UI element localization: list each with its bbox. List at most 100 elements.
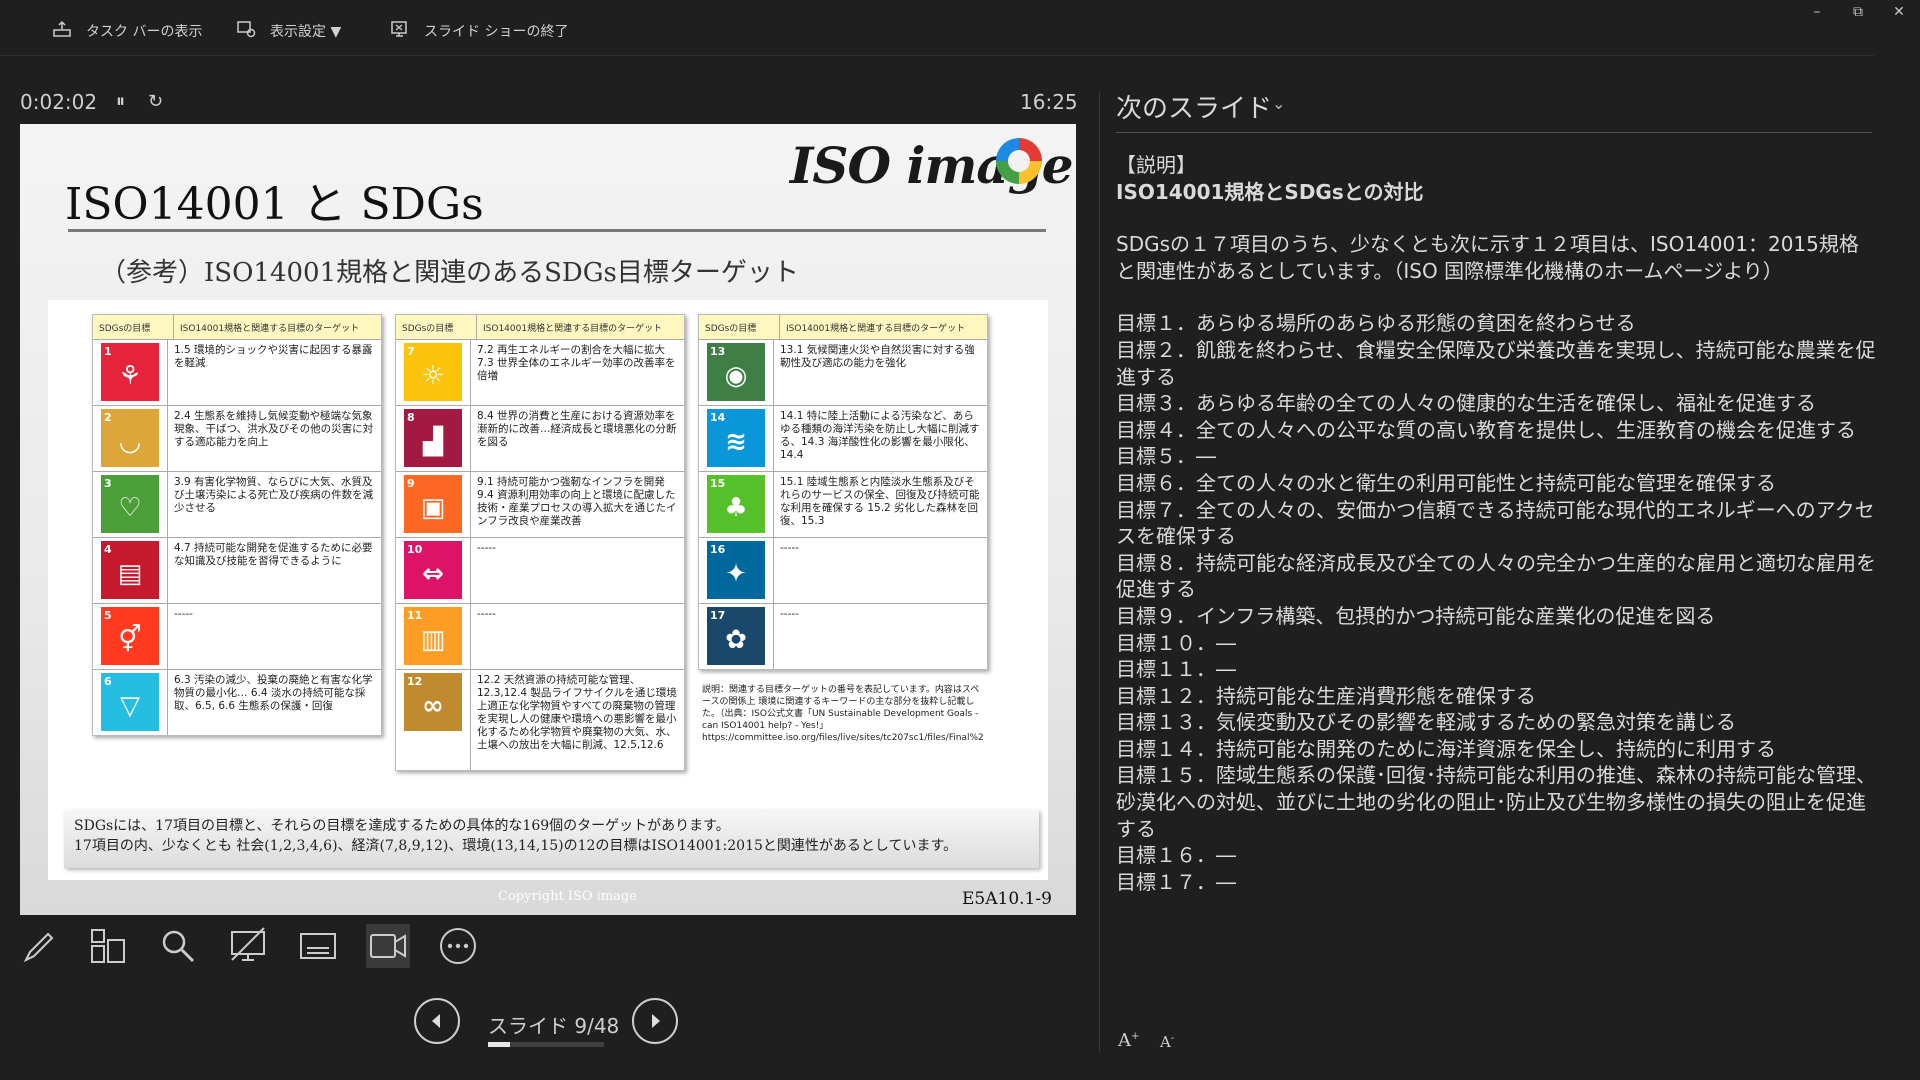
- title-rule: [68, 229, 1046, 232]
- end-slideshow-label: スライド ショーの終了: [424, 24, 569, 40]
- toolbar-divider: [0, 55, 1874, 56]
- sdg-goal-number: 17: [710, 609, 726, 622]
- sdg-symbol-icon: ◡: [120, 427, 140, 457]
- sdg-symbol-icon: ▤: [117, 559, 143, 589]
- pointer-icon: [231, 927, 265, 961]
- presenter-toolbar: タスク バーの表示 表示設定 ▼ スライド ショーの終了 – ⧉ ✕: [0, 0, 1920, 56]
- sdg-target-text: -----: [773, 604, 987, 669]
- sdg-goal-number: 13: [710, 345, 726, 358]
- notes-goal-item: 目標８．持続可能な経済成長及び全ての人々の完全かつ生産的な雇用と適切な雇用を促進…: [1116, 550, 1876, 602]
- sdg-symbol-icon: ▥: [420, 625, 446, 655]
- copyright-text: Copyright ISO image: [498, 889, 637, 904]
- sdg-row: 4 ▤ 4.7 持続可能な開発を促進するために必要な知識及び技能を習得できるように: [93, 538, 381, 604]
- panel-divider: [1099, 92, 1100, 1052]
- slide-title: ISO14001 と SDGs: [65, 179, 484, 230]
- sdg-goal-icon: 7 ☼: [404, 343, 462, 401]
- column-header-target: ISO14001規格と関連する目標のターゲット: [483, 323, 663, 334]
- sdg-target-text: 7.2 再生エネルギーの割合を大幅に拡大 7.3 世界全体のエネルギー効率の改善…: [470, 340, 684, 405]
- sdg-row: 9 ▣ 9.1 持続可能かつ強靭なインフラを開発 9.4 資源利用効率の向上と環境に…: [396, 472, 684, 538]
- font-size-up-button[interactable]: A+: [1118, 1030, 1139, 1051]
- sdg-target-text: -----: [470, 604, 684, 669]
- end-slideshow-button[interactable]: スライド ショーの終了: [390, 20, 568, 42]
- sdg-goal-number: 5: [104, 609, 112, 622]
- sdg-target-text: 9.1 持続可能かつ強靭なインフラを開発 9.4 資源利用効率の向上と環境に配慮…: [470, 472, 684, 537]
- pen-icon: [23, 932, 54, 963]
- notes-goal-item: 目標４．全ての人々への公平な質の高い教育を提供し、生涯教育の機会を促進する: [1116, 417, 1856, 442]
- sdg-goal-icon: 4 ▤: [101, 541, 159, 599]
- sdg-symbol-icon: ▟: [423, 427, 443, 457]
- more-options-button[interactable]: [436, 924, 480, 968]
- sdg-symbol-icon: ≋: [725, 427, 747, 457]
- sdgs-column-2: SDGsの目標 ISO14001規格と関連する目標のターゲット 7 ☼ 7.2 再生エネ…: [395, 314, 685, 771]
- next-slide-heading[interactable]: 次のスライド: [1116, 88, 1272, 125]
- sdg-target-text: 1.5 環境的ショックや災害に起因する暴露を軽減: [167, 340, 381, 405]
- sdg-row: 8 ▟ 8.4 世界の消費と生産における資源効率を漸新的に改善…経済成長と環境悪化の…: [396, 406, 684, 472]
- sdgs-column-3: SDGsの目標 ISO14001規格と関連する目標のターゲット 13 ◉ 13.1 気候…: [698, 314, 988, 670]
- notes-goal-item: 目標５．―: [1116, 444, 1216, 469]
- previous-slide-button[interactable]: [414, 998, 460, 1044]
- sdg-goal-number: 1: [104, 345, 112, 358]
- sdg-goal-icon: 9 ▣: [404, 475, 462, 533]
- sdg-goal-number: 10: [407, 543, 423, 556]
- notes-goal-item: 目標９．インフラ構築、包摂的かつ持続可能な産業化の促進を図る: [1116, 603, 1716, 628]
- sdg-goal-number: 4: [104, 543, 112, 556]
- sdg-goal-icon: 15 ♣: [707, 475, 765, 533]
- show-taskbar-label: タスク バーの表示: [86, 24, 203, 40]
- chevron-down-icon[interactable]: ⌄: [1272, 94, 1285, 113]
- minimize-button[interactable]: –: [1797, 4, 1837, 20]
- sdg-row: 12 ∞ 12.2 天然資源の持続可能な管理、12.3,12.4 製品ライフサイクル…: [396, 670, 684, 770]
- panel-rule: [1116, 132, 1872, 133]
- show-taskbar-button[interactable]: タスク バーの表示: [52, 20, 202, 42]
- sdg-goal-number: 15: [710, 477, 726, 490]
- reset-timer-icon[interactable]: ↻: [148, 91, 163, 112]
- speaker-notes[interactable]: 【説明】 ISO14001規格とSDGsとの対比 SDGsの１７項目のうち、少な…: [1116, 152, 1876, 895]
- subtitles-button[interactable]: [296, 924, 340, 968]
- black-screen-button[interactable]: [226, 924, 270, 968]
- sdg-target-text: 14.1 特に陸上活動による汚染など、あらゆる種類の海洋汚染を防止し大幅に削減す…: [773, 406, 987, 471]
- camera-icon: [370, 934, 406, 958]
- notes-goal-item: 目標１６．―: [1116, 843, 1236, 868]
- sdg-symbol-icon: ⇔: [422, 559, 444, 589]
- zoom-button[interactable]: [156, 924, 200, 968]
- notes-goal-item: 目標６．全ての人々の水と衛生の利用可能性と持続可能な管理を確保する: [1116, 470, 1776, 495]
- restore-button[interactable]: ⧉: [1838, 4, 1878, 20]
- prev-arrow-icon: [432, 1014, 440, 1028]
- all-slides-button[interactable]: [86, 924, 130, 968]
- slide-code: E5A10.1-9: [962, 889, 1052, 909]
- camera-button[interactable]: [366, 924, 410, 968]
- goal-list: 目標１．あらゆる場所のあらゆる形態の貧困を終わらせる 目標２．飢餓を終わらせ、食糧…: [1116, 310, 1876, 895]
- sdg-target-text: 4.7 持続可能な開発を促進するために必要な知識及び技能を習得できるように: [167, 538, 381, 603]
- sdg-target-text: 6.3 汚染の減少、投棄の廃絶と有害な化学物質の最小化… 6.4 淡水の持続可能…: [167, 670, 381, 735]
- summary-band: SDGsには、17項目の目標と、それらの目標を達成するための具体的な169個のタ…: [64, 810, 1039, 868]
- next-slide-button[interactable]: [632, 998, 678, 1044]
- sdg-goal-icon: 13 ◉: [707, 343, 765, 401]
- current-slide[interactable]: ISO14001 と SDGs ISO image （参考）ISO14001規格…: [20, 124, 1076, 915]
- sdg-target-text: 15.1 陸域生態系と内陸淡水生態系及びそれらのサービスの保全、回復及び持続可能…: [773, 472, 987, 537]
- sdg-row: 3 ♡ 3.9 有害化学物質、ならびに大気、水質及び土壌汚染による死亡及び疾病の件数…: [93, 472, 381, 538]
- column-header-goal: SDGsの目標: [699, 315, 780, 339]
- slide-counter: スライド 9/48: [488, 1014, 620, 1038]
- sdg-goal-icon: 16 ✦: [707, 541, 765, 599]
- close-button[interactable]: ✕: [1879, 4, 1919, 20]
- slide-progress-bar: [488, 1042, 604, 1047]
- display-settings-button[interactable]: 表示設定 ▼: [236, 20, 341, 42]
- sdg-target-text: -----: [773, 538, 987, 603]
- notes-goal-item: 目標１．あらゆる場所のあらゆる形態の貧困を終わらせる: [1116, 311, 1636, 336]
- sdg-row: 5 ⚥ -----: [93, 604, 381, 670]
- sdg-goal-number: 9: [407, 477, 415, 490]
- column-header: SDGsの目標 ISO14001規格と関連する目標のターゲット: [699, 315, 987, 340]
- sdg-symbol-icon: ∞: [422, 691, 444, 721]
- pen-tool-button[interactable]: [18, 924, 62, 968]
- notes-heading-1: 【説明】: [1116, 153, 1196, 177]
- column-header: SDGsの目標 ISO14001規格と関連する目標のターゲット: [93, 315, 381, 340]
- font-size-down-button[interactable]: A-: [1160, 1033, 1174, 1051]
- explanation-note: 説明：関連する目標ターゲットの番号を表記しています。内容はスペースの関係上 環境…: [702, 685, 984, 743]
- slide-progress-fill: [488, 1042, 510, 1047]
- sdg-symbol-icon: ⚘: [118, 361, 142, 391]
- column-header-target: ISO14001規格と関連する目標のターゲット: [786, 323, 966, 334]
- pause-icon[interactable]: ⏸: [116, 91, 125, 112]
- sdg-symbol-icon: ▽: [120, 691, 140, 721]
- sdg-row: 7 ☼ 7.2 再生エネルギーの割合を大幅に拡大 7.3 世界全体のエネルギー効率の…: [396, 340, 684, 406]
- sdg-row: 10 ⇔ -----: [396, 538, 684, 604]
- end-show-icon: [390, 19, 410, 43]
